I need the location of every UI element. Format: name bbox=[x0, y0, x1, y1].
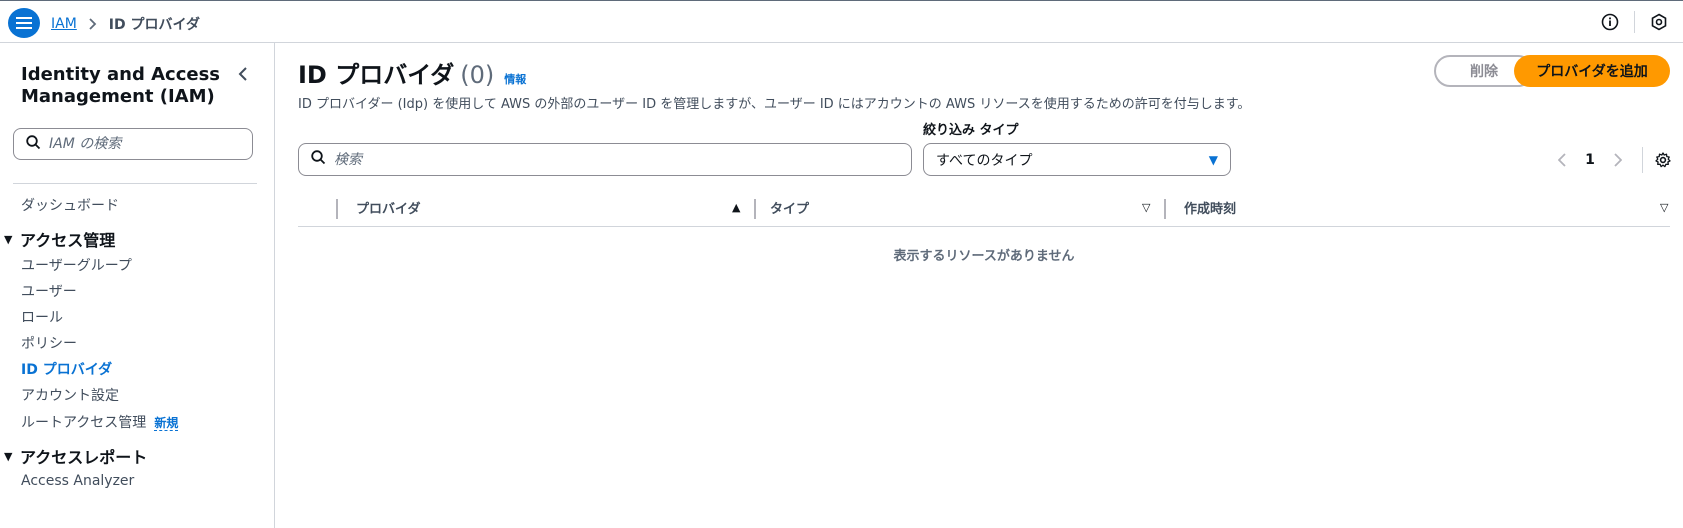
sidebar-item-root-access[interactable]: ルートアクセス管理 新規 bbox=[21, 412, 179, 432]
pagination-divider bbox=[1642, 147, 1643, 173]
filter-type-select[interactable]: すべてのタイプ ▼ bbox=[923, 143, 1231, 176]
page-title: ID プロバイダ (0) 情報 bbox=[298, 55, 526, 90]
info-link[interactable]: 情報 bbox=[504, 71, 526, 87]
sort-icon[interactable]: ▽ bbox=[1660, 201, 1668, 214]
top-right-tools bbox=[1586, 1, 1683, 43]
chevron-right-icon bbox=[89, 18, 97, 30]
settings-hexagon-icon[interactable] bbox=[1635, 1, 1683, 43]
new-badge: 新規 bbox=[154, 416, 179, 431]
menu-icon[interactable] bbox=[8, 8, 40, 38]
caret-down-icon: ▼ bbox=[4, 232, 13, 246]
column-divider bbox=[754, 199, 756, 219]
sidebar-item-label: ルートアクセス管理 bbox=[21, 415, 147, 431]
page-description: ID プロバイダー (Idp) を使用して AWS の外部のユーザー ID を管… bbox=[298, 97, 1251, 112]
sidebar-section-access-management[interactable]: ▼ アクセス管理 bbox=[4, 227, 115, 251]
side-navigation: Identity and Access Management (IAM) ダッシ… bbox=[0, 43, 275, 528]
sort-icon[interactable]: ▽ bbox=[1142, 201, 1150, 214]
sidebar-item-identity-providers[interactable]: ID プロバイダ bbox=[21, 359, 112, 379]
sidebar-item-account-settings[interactable]: アカウント設定 bbox=[21, 385, 119, 405]
page-title-text: ID プロバイダ bbox=[298, 61, 455, 89]
filter-type-value: すべてのタイプ bbox=[936, 152, 1033, 169]
page-number[interactable]: 1 bbox=[1576, 152, 1604, 168]
sidebar-item-access-analyzer[interactable]: Access Analyzer bbox=[21, 473, 134, 489]
provider-search-input[interactable] bbox=[334, 151, 894, 168]
sidebar-search-input[interactable] bbox=[49, 136, 239, 152]
search-icon bbox=[26, 134, 41, 154]
column-divider bbox=[336, 199, 338, 219]
sidebar-title[interactable]: Identity and Access Management (IAM) bbox=[21, 64, 231, 108]
sidebar-divider bbox=[13, 183, 257, 184]
section-label: アクセス管理 bbox=[20, 231, 116, 250]
sidebar-item-dashboard[interactable]: ダッシュボード bbox=[21, 195, 119, 215]
gear-icon[interactable] bbox=[1651, 152, 1675, 168]
main-content: ID プロバイダ (0) 情報 ID プロバイダー (Idp) を使用して AW… bbox=[276, 43, 1683, 528]
breadcrumb: IAM ID プロバイダ bbox=[51, 14, 200, 34]
sidebar-search-field[interactable] bbox=[13, 128, 253, 160]
caret-down-icon: ▼ bbox=[4, 449, 13, 463]
search-icon bbox=[311, 150, 326, 169]
top-navigation-bar: IAM ID プロバイダ bbox=[0, 0, 1683, 43]
table-header: プロバイダ ▲ タイプ ▽ 作成時刻 ▽ bbox=[298, 188, 1670, 227]
breadcrumb-current: ID プロバイダ bbox=[108, 17, 200, 33]
filter-type-label: 絞り込み タイプ bbox=[923, 123, 1019, 138]
provider-search-field[interactable] bbox=[298, 143, 912, 176]
sidebar-item-roles[interactable]: ロール bbox=[21, 307, 63, 327]
sidebar-section-access-reports[interactable]: ▼ アクセスレポート bbox=[4, 444, 147, 468]
collapse-sidebar-icon[interactable] bbox=[232, 63, 254, 85]
column-divider bbox=[1164, 199, 1166, 219]
add-provider-button[interactable]: プロバイダを追加 bbox=[1514, 55, 1670, 87]
info-icon[interactable] bbox=[1586, 1, 1634, 43]
column-header-created[interactable]: 作成時刻 bbox=[1184, 188, 1236, 227]
previous-page-icon[interactable] bbox=[1548, 153, 1576, 167]
sidebar-item-user-groups[interactable]: ユーザーグループ bbox=[21, 255, 132, 275]
section-label: アクセスレポート bbox=[20, 448, 148, 467]
breadcrumb-iam-link[interactable]: IAM bbox=[51, 16, 77, 32]
sort-ascending-icon[interactable]: ▲ bbox=[732, 201, 740, 214]
next-page-icon[interactable] bbox=[1604, 153, 1632, 167]
pagination: 1 bbox=[1548, 147, 1675, 173]
column-header-provider[interactable]: プロバイダ bbox=[356, 188, 420, 227]
sidebar-item-policies[interactable]: ポリシー bbox=[21, 333, 77, 353]
resource-count: (0) bbox=[460, 61, 495, 89]
column-header-type[interactable]: タイプ bbox=[770, 188, 809, 227]
empty-state-message: 表示するリソースがありません bbox=[893, 249, 1075, 264]
caret-down-icon: ▼ bbox=[1208, 152, 1218, 167]
sidebar-item-users[interactable]: ユーザー bbox=[21, 281, 77, 301]
